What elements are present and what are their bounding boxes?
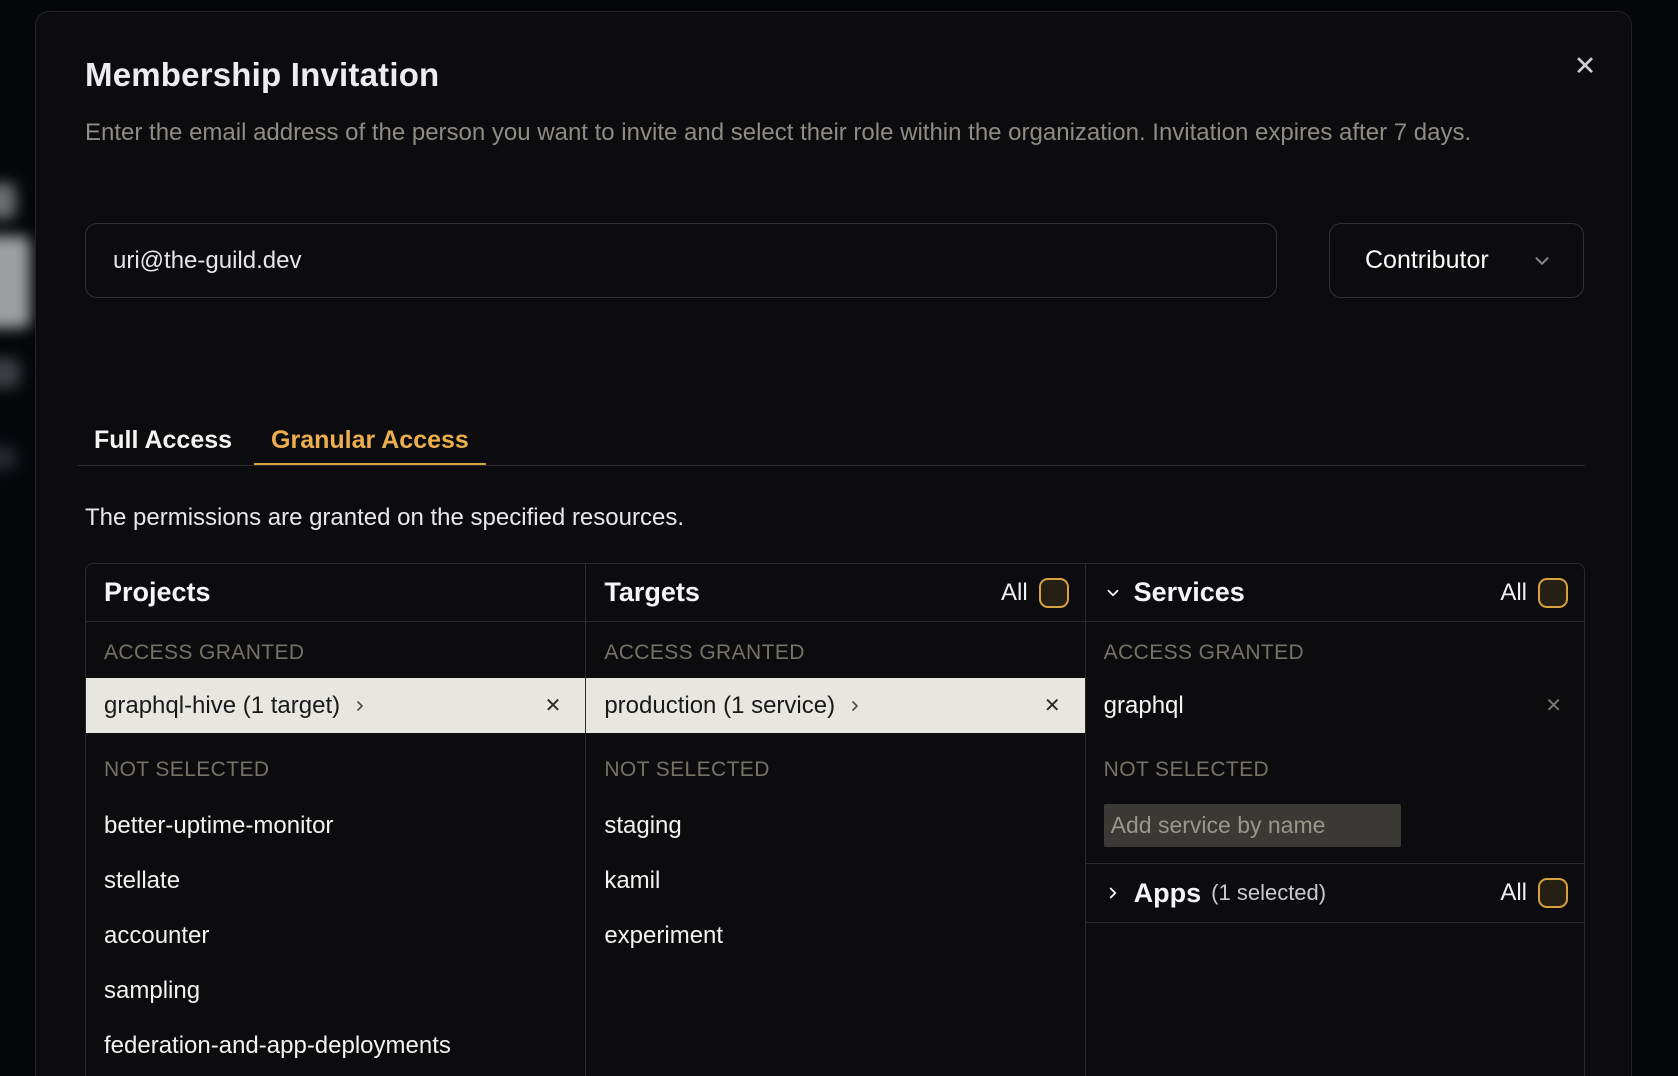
background-smudge <box>0 236 30 328</box>
targets-all-checkbox[interactable] <box>1039 578 1069 608</box>
close-button[interactable]: ✕ <box>1567 48 1603 84</box>
selected-project-row[interactable]: graphql-hive (1 target) ✕ <box>86 678 585 733</box>
tab-granular-access[interactable]: Granular Access <box>254 417 486 465</box>
background-smudge <box>0 446 16 470</box>
tab-full-access[interactable]: Full Access <box>77 417 249 465</box>
services-header: Services All <box>1086 564 1584 622</box>
chevron-right-icon <box>1104 884 1122 902</box>
remove-icon: ✕ <box>1044 695 1061 717</box>
services-column: Services All ACCESS GRANTED graphql ✕ <box>1085 564 1584 1076</box>
add-service-input[interactable] <box>1104 804 1401 847</box>
remove-icon: ✕ <box>1545 695 1562 717</box>
list-item[interactable]: stellate <box>86 853 585 908</box>
all-label: All <box>1001 579 1028 607</box>
background-smudge <box>0 183 16 219</box>
chevron-down-icon <box>1531 250 1553 272</box>
access-granted-label: ACCESS GRANTED <box>604 639 1084 667</box>
services-all-checkbox[interactable] <box>1538 578 1568 608</box>
remove-service-button[interactable]: ✕ <box>1545 696 1562 716</box>
services-section: ACCESS GRANTED graphql ✕ NOT SELECTED <box>1086 639 1584 864</box>
targets-list: staging kamil experiment <box>586 798 1084 963</box>
role-value: Contributor <box>1365 246 1489 275</box>
selected-target-row[interactable]: production (1 service) ✕ <box>586 678 1084 733</box>
list-item[interactable]: better-uptime-monitor <box>86 798 585 853</box>
projects-column: Projects ACCESS GRANTED graphql-hive (1 … <box>86 564 585 1076</box>
targets-body: ACCESS GRANTED production (1 service) ✕ … <box>586 622 1084 963</box>
list-item[interactable]: sampling <box>86 963 585 1018</box>
background-smudge <box>0 358 20 388</box>
not-selected-label: NOT SELECTED <box>1104 756 1584 784</box>
chevron-right-icon <box>352 698 368 714</box>
projects-list: better-uptime-monitor stellate accounter… <box>86 798 585 1073</box>
chevron-right-icon <box>847 698 863 714</box>
email-input[interactable] <box>85 223 1277 298</box>
apps-all-group: All <box>1500 878 1568 908</box>
access-granted-label: ACCESS GRANTED <box>104 639 585 667</box>
all-label: All <box>1500 879 1527 907</box>
projects-title: Projects <box>104 577 211 608</box>
targets-column: Targets All ACCESS GRANTED production (1… <box>585 564 1084 1076</box>
list-item[interactable]: federation-and-app-deployments <box>86 1018 585 1073</box>
close-icon: ✕ <box>1574 53 1597 80</box>
apps-row[interactable]: Apps (1 selected) All <box>1086 864 1584 923</box>
all-label: All <box>1500 579 1527 607</box>
granted-service-row: graphql ✕ <box>1086 678 1584 733</box>
projects-body: ACCESS GRANTED graphql-hive (1 target) ✕… <box>86 622 585 1073</box>
membership-invitation-dialog: ✕ Membership Invitation Enter the email … <box>35 11 1632 1076</box>
list-item[interactable]: accounter <box>86 908 585 963</box>
dialog-description: Enter the email address of the person yo… <box>85 112 1560 154</box>
role-select[interactable]: Contributor <box>1329 223 1584 298</box>
resources-panel: Projects ACCESS GRANTED graphql-hive (1 … <box>85 563 1585 1076</box>
not-selected-label: NOT SELECTED <box>604 756 1084 784</box>
permissions-note: The permissions are granted on the speci… <box>85 504 684 532</box>
chevron-down-icon[interactable] <box>1104 584 1122 602</box>
access-tabs: Full Access Granular Access <box>77 417 1585 466</box>
remove-project-button[interactable]: ✕ <box>545 696 562 716</box>
access-granted-label: ACCESS GRANTED <box>1104 639 1584 667</box>
list-item[interactable]: experiment <box>586 908 1084 963</box>
selected-target-label: production (1 service) <box>604 692 835 720</box>
granted-service-label: graphql <box>1104 692 1184 720</box>
list-item[interactable]: kamil <box>586 853 1084 908</box>
projects-header: Projects <box>86 564 585 622</box>
services-body: ACCESS GRANTED graphql ✕ NOT SELECTED Ap… <box>1086 622 1584 923</box>
list-item[interactable]: staging <box>586 798 1084 853</box>
apps-title: Apps <box>1134 878 1202 909</box>
targets-header: Targets All <box>586 564 1084 622</box>
targets-all-group: All <box>1001 578 1069 608</box>
apps-selected-count: (1 selected) <box>1211 880 1326 906</box>
not-selected-label: NOT SELECTED <box>104 756 585 784</box>
services-all-group: All <box>1500 578 1568 608</box>
apps-all-checkbox[interactable] <box>1538 878 1568 908</box>
remove-icon: ✕ <box>545 695 562 717</box>
targets-title: Targets <box>604 577 700 608</box>
services-title: Services <box>1134 577 1245 608</box>
remove-target-button[interactable]: ✕ <box>1044 696 1061 716</box>
selected-project-label: graphql-hive (1 target) <box>104 692 340 720</box>
page-title: Membership Invitation <box>85 56 439 94</box>
